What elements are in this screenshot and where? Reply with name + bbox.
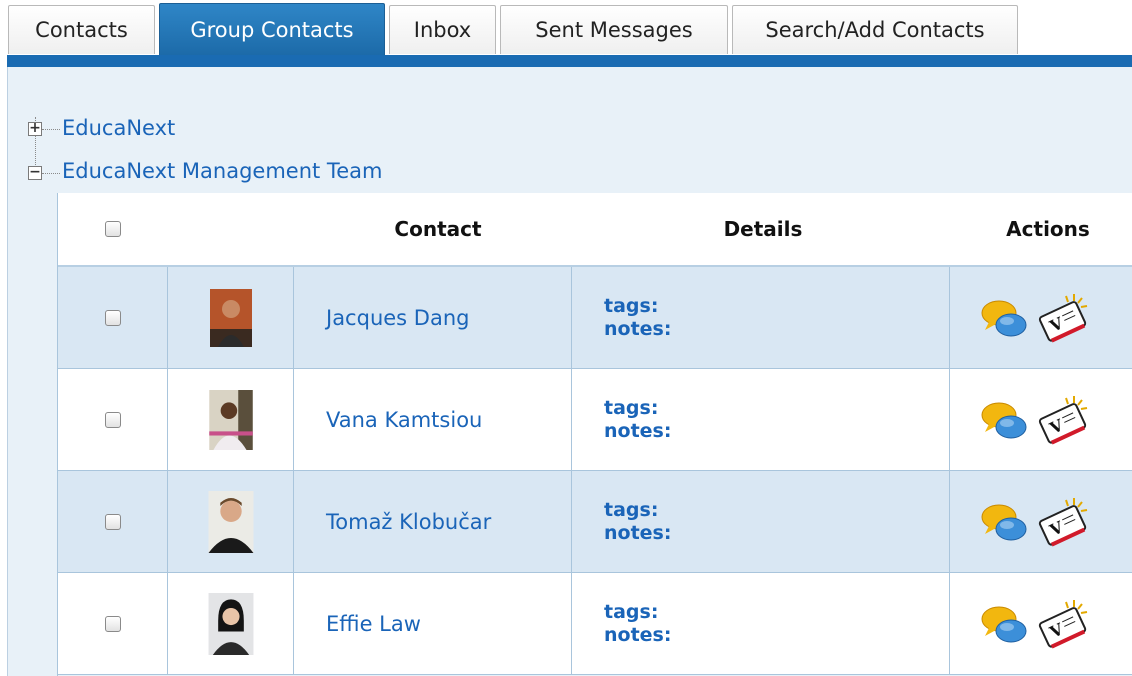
tab-underline <box>7 55 1132 67</box>
tab-bar: Contacts Group Contacts Inbox Sent Messa… <box>0 0 1132 68</box>
row-checkbox[interactable] <box>104 615 121 632</box>
tags-label: tags: <box>604 396 659 419</box>
details-cell: tags: notes: <box>572 573 950 674</box>
contact-name-cell: Tomaž Klobučar <box>294 471 572 572</box>
tab-contacts[interactable]: Contacts <box>8 5 155 54</box>
tags-label: tags: <box>604 294 659 317</box>
actions-cell: V <box>950 573 1132 674</box>
column-header-actions: Actions <box>1006 217 1090 241</box>
row-checkbox[interactable] <box>104 411 121 428</box>
chat-bubbles-icon[interactable] <box>980 296 1028 340</box>
tree-connector <box>42 129 60 130</box>
tab-search-add-contacts[interactable]: Search/Add Contacts <box>732 5 1018 54</box>
avatar-cell <box>168 369 294 470</box>
notes-label: notes: <box>604 419 672 442</box>
column-header-contact: Contact <box>394 217 482 241</box>
column-header-details: Details <box>723 217 803 241</box>
table-header: Contact Details Actions <box>58 193 1132 267</box>
contact-name-link[interactable]: Vana Kamtsiou <box>326 408 482 432</box>
tags-label: tags: <box>604 600 659 623</box>
contact-name-cell: Vana Kamtsiou <box>294 369 572 470</box>
chat-bubbles-icon[interactable] <box>980 602 1028 646</box>
details-cell: tags: notes: <box>572 369 950 470</box>
tab-group-contacts[interactable]: Group Contacts <box>159 3 385 56</box>
table-row: Tomaž Klobučar tags: notes: V <box>58 471 1132 573</box>
avatar-cell <box>168 267 294 368</box>
notes-label: notes: <box>604 521 672 544</box>
vcard-icon[interactable]: V <box>1036 496 1090 548</box>
chat-bubbles-icon[interactable] <box>980 500 1028 544</box>
avatar-cell <box>168 573 294 674</box>
actions-cell: V <box>950 369 1132 470</box>
tags-label: tags: <box>604 498 659 521</box>
table-row: Vana Kamtsiou tags: notes: V <box>58 369 1132 471</box>
details-cell: tags: notes: <box>572 471 950 572</box>
row-select-cell <box>58 267 168 368</box>
avatar[interactable] <box>208 592 254 655</box>
vcard-icon[interactable]: V <box>1036 292 1090 344</box>
chat-bubbles-icon[interactable] <box>980 398 1028 442</box>
table-row: Jacques Dang tags: notes: V <box>58 267 1132 369</box>
row-select-cell <box>58 471 168 572</box>
details-cell: tags: notes: <box>572 267 950 368</box>
tree-connector <box>42 173 60 174</box>
contact-name-cell: Effie Law <box>294 573 572 674</box>
tab-inbox[interactable]: Inbox <box>389 5 496 54</box>
notes-label: notes: <box>604 623 672 646</box>
contact-name-link[interactable]: Tomaž Klobučar <box>326 510 491 534</box>
table-row: Effie Law tags: notes: V <box>58 573 1132 675</box>
select-all-checkbox[interactable] <box>105 221 121 237</box>
vcard-icon[interactable]: V <box>1036 598 1090 650</box>
avatar[interactable] <box>205 490 257 553</box>
expand-icon[interactable]: + <box>28 121 42 136</box>
select-all-cell <box>58 193 168 265</box>
avatar-cell <box>168 471 294 572</box>
row-select-cell <box>58 369 168 470</box>
contacts-table: Contact Details Actions Jacques Dang tag… <box>57 193 1132 676</box>
contact-name-link[interactable]: Jacques Dang <box>326 306 469 330</box>
row-select-cell <box>58 573 168 674</box>
row-checkbox[interactable] <box>104 513 121 530</box>
collapse-icon[interactable]: − <box>28 165 42 180</box>
group-educanext-management-team[interactable]: EducaNext Management Team <box>62 159 382 183</box>
contact-name-cell: Jacques Dang <box>294 267 572 368</box>
actions-cell: V <box>950 267 1132 368</box>
vcard-icon[interactable]: V <box>1036 394 1090 446</box>
group-educanext[interactable]: EducaNext <box>62 116 175 140</box>
avatar[interactable] <box>209 288 252 347</box>
notes-label: notes: <box>604 317 672 340</box>
actions-cell: V <box>950 471 1132 572</box>
tab-sent-messages[interactable]: Sent Messages <box>500 5 728 54</box>
contact-name-link[interactable]: Effie Law <box>326 612 421 636</box>
row-checkbox[interactable] <box>104 309 121 326</box>
avatar[interactable] <box>202 389 260 450</box>
